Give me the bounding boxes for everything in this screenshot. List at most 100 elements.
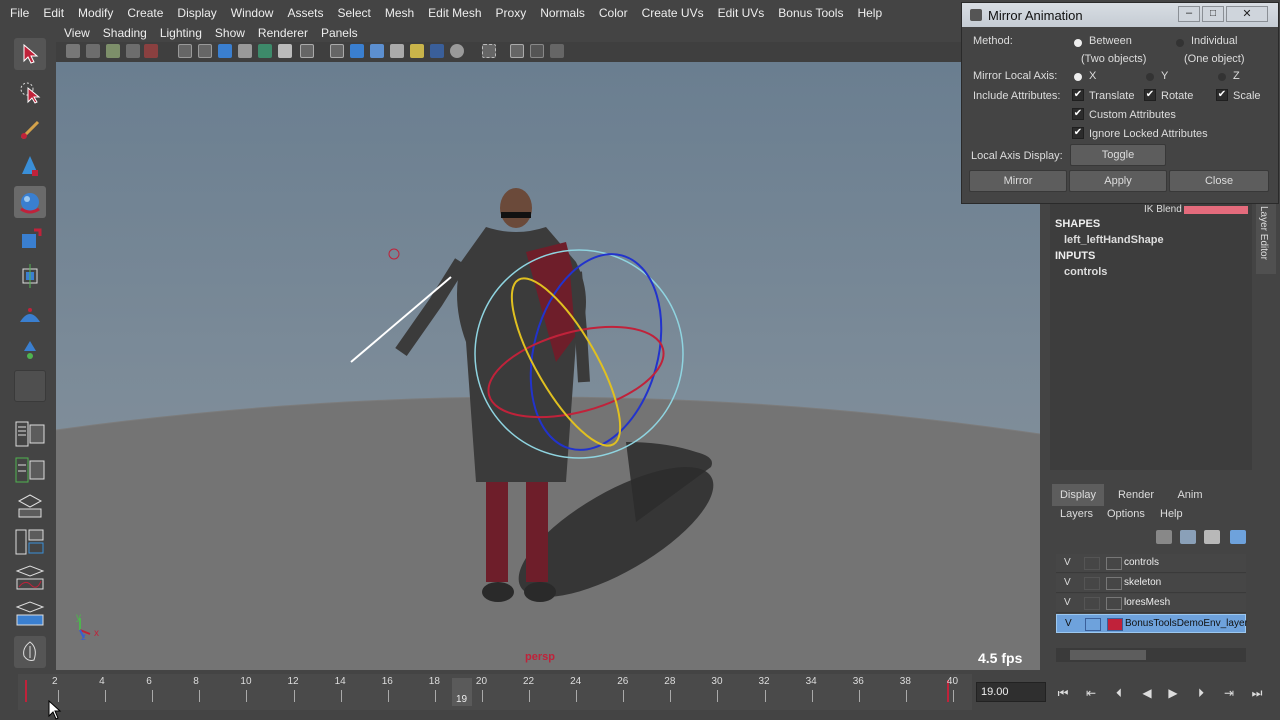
layer-row[interactable]: V skeleton xyxy=(1056,574,1246,593)
new-layer-selected-icon[interactable] xyxy=(1180,530,1196,544)
menu-display[interactable]: Display xyxy=(177,6,216,20)
viewport-menu-renderer[interactable]: Renderer xyxy=(258,26,308,40)
two-d-pan-zoom-icon[interactable] xyxy=(144,44,158,58)
move-down-icon[interactable] xyxy=(1230,530,1246,544)
rotate-checkbox[interactable]: ✔ xyxy=(1144,89,1156,101)
shadows-icon[interactable] xyxy=(430,44,444,58)
field-chart-icon[interactable] xyxy=(258,44,272,58)
bookmark-icon[interactable] xyxy=(106,44,120,58)
menu-mesh[interactable]: Mesh xyxy=(385,6,414,20)
image-plane-icon[interactable] xyxy=(126,44,140,58)
method-individual-radio[interactable] xyxy=(1176,39,1184,47)
resolution-gate-icon[interactable] xyxy=(218,44,232,58)
layer-visibility-toggle[interactable]: V xyxy=(1064,597,1071,608)
viewport-menu-panels[interactable]: Panels xyxy=(321,26,358,40)
soft-modification-icon[interactable] xyxy=(14,298,46,330)
select-tool-icon[interactable] xyxy=(14,38,46,70)
high-quality-icon[interactable] xyxy=(450,44,464,58)
menu-modify[interactable]: Modify xyxy=(78,6,113,20)
menu-bonus-tools[interactable]: Bonus Tools xyxy=(778,6,843,20)
menu-create-uvs[interactable]: Create UVs xyxy=(642,6,704,20)
quick-layout-icon[interactable] xyxy=(14,636,46,668)
xray-joints-icon[interactable] xyxy=(550,44,564,58)
layer-row-selected[interactable]: V BonusToolsDemoEnv_layer xyxy=(1056,614,1247,633)
current-time-field[interactable]: 19.00 xyxy=(976,682,1046,702)
layout-graph-icon[interactable] xyxy=(14,526,46,558)
custom-attributes-checkbox[interactable]: ✔ xyxy=(1072,108,1084,120)
step-forward-key-icon[interactable]: ⇥ xyxy=(1218,684,1240,702)
xray-active-icon[interactable] xyxy=(530,44,544,58)
show-manipulator-icon[interactable] xyxy=(14,334,46,366)
layer-color-swatch[interactable] xyxy=(1106,577,1122,590)
menu-select[interactable]: Select xyxy=(337,6,370,20)
universal-manipulator-icon[interactable] xyxy=(14,260,46,292)
axis-x-radio[interactable] xyxy=(1074,73,1082,81)
menu-create[interactable]: Create xyxy=(127,6,163,20)
layout-graph-editor-icon[interactable] xyxy=(14,562,46,594)
viewport-menu-view[interactable]: View xyxy=(64,26,90,40)
method-between-radio[interactable] xyxy=(1074,39,1082,47)
layer-playback-toggle[interactable] xyxy=(1084,597,1100,610)
play-forward-icon[interactable]: ▶ xyxy=(1162,684,1184,702)
gate-mask-icon[interactable] xyxy=(238,44,252,58)
mirror-button[interactable]: Mirror xyxy=(969,170,1067,192)
layout-outliner-icon[interactable] xyxy=(14,454,46,486)
select-camera-icon[interactable] xyxy=(66,44,80,58)
menu-window[interactable]: Window xyxy=(231,6,274,20)
maximize-icon[interactable]: □ xyxy=(1202,6,1224,22)
lasso-tool-icon[interactable] xyxy=(14,76,46,108)
layer-visibility-toggle[interactable]: V xyxy=(1064,577,1071,588)
menu-proxy[interactable]: Proxy xyxy=(496,6,527,20)
play-backward-icon[interactable]: ◀ xyxy=(1136,684,1158,702)
viewport-menu-shading[interactable]: Shading xyxy=(103,26,147,40)
go-to-end-icon[interactable]: ⏭ xyxy=(1246,684,1268,702)
layers-menu[interactable]: Layers xyxy=(1060,508,1093,520)
axis-y-radio[interactable] xyxy=(1146,73,1154,81)
new-layer-icon[interactable] xyxy=(1156,530,1172,544)
options-menu[interactable]: Options xyxy=(1107,508,1145,520)
scale-tool-icon[interactable] xyxy=(14,224,46,256)
tab-render[interactable]: Render xyxy=(1110,484,1162,506)
input-item[interactable]: controls xyxy=(1064,266,1107,278)
apply-button[interactable]: Apply xyxy=(1069,170,1167,192)
film-gate-icon[interactable] xyxy=(198,44,212,58)
axis-z-radio[interactable] xyxy=(1218,73,1226,81)
step-back-key-icon[interactable]: ⇤ xyxy=(1080,684,1102,702)
minimize-icon[interactable]: ‒ xyxy=(1178,6,1200,22)
ignore-locked-checkbox[interactable]: ✔ xyxy=(1072,127,1084,139)
tab-anim[interactable]: Anim xyxy=(1164,484,1216,506)
viewport-menu-lighting[interactable]: Lighting xyxy=(160,26,202,40)
layer-playback-toggle[interactable] xyxy=(1085,618,1101,631)
ik-blend-field[interactable] xyxy=(1184,206,1248,214)
xray-icon[interactable] xyxy=(510,44,524,58)
menu-file[interactable]: File xyxy=(10,6,29,20)
grid-icon[interactable] xyxy=(178,44,192,58)
layer-row[interactable]: V controls xyxy=(1056,554,1246,573)
translate-checkbox[interactable]: ✔ xyxy=(1072,89,1084,101)
help-menu[interactable]: Help xyxy=(1160,508,1183,520)
use-all-lights-icon[interactable] xyxy=(410,44,424,58)
move-up-icon[interactable] xyxy=(1204,530,1220,544)
close-button[interactable]: Close xyxy=(1169,170,1269,192)
go-to-start-icon[interactable]: ⏮ xyxy=(1052,684,1074,702)
isolate-select-icon[interactable] xyxy=(482,44,496,58)
paint-select-tool-icon[interactable] xyxy=(14,114,46,146)
textured-icon[interactable] xyxy=(390,44,404,58)
last-tool-slot-icon[interactable] xyxy=(14,370,46,402)
toggle-button[interactable]: Toggle xyxy=(1070,144,1166,166)
layer-visibility-toggle[interactable]: V xyxy=(1065,618,1072,629)
layer-scrollbar-thumb[interactable] xyxy=(1070,650,1146,660)
shape-item[interactable]: left_leftHandShape xyxy=(1064,234,1164,246)
layout-single-icon[interactable] xyxy=(14,418,46,450)
move-tool-icon[interactable] xyxy=(14,150,46,182)
step-back-frame-icon[interactable]: ⏴ xyxy=(1108,684,1130,702)
lock-camera-icon[interactable] xyxy=(86,44,100,58)
menu-assets[interactable]: Assets xyxy=(287,6,323,20)
layer-playback-toggle[interactable] xyxy=(1084,557,1100,570)
viewport-menu-show[interactable]: Show xyxy=(215,26,245,40)
smooth-shade-icon[interactable] xyxy=(350,44,364,58)
perspective-viewport[interactable]: y x z xyxy=(56,62,1040,670)
layer-color-swatch[interactable] xyxy=(1106,597,1122,610)
layer-color-swatch[interactable] xyxy=(1106,557,1122,570)
layer-scrollbar[interactable] xyxy=(1056,648,1246,662)
